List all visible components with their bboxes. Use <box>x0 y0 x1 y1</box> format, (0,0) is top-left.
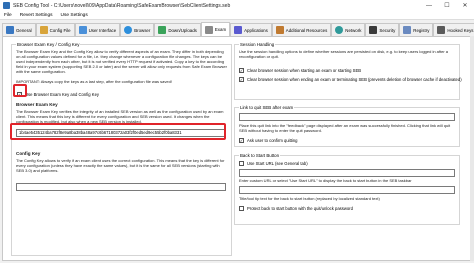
tab-strip: General Config File User Interface Brows… <box>2 22 474 36</box>
browser-icon <box>124 26 133 34</box>
quit-link-group-label: Link to quit SEB after exam <box>239 105 295 110</box>
tab-exam[interactable]: Exam <box>200 22 231 36</box>
clear-session-start-box[interactable]: ✓ <box>239 68 244 73</box>
browser-exam-key-group: Browser Exam Key / Config Key The Browse… <box>11 42 232 256</box>
quit-url-field[interactable] <box>239 113 455 121</box>
tab-down-uploads[interactable]: Down/Uploads <box>154 23 201 36</box>
session-handling-group: Session Handling Use the session handlin… <box>234 42 462 100</box>
back-to-start-group: Back to Start Button Use Start URL (see … <box>234 153 460 225</box>
user-interface-icon <box>78 26 87 34</box>
menu-revert-settings[interactable]: Revert Settings <box>16 13 57 18</box>
use-start-url-label: Use Start URL (see General tab) <box>247 161 308 166</box>
menu-bar: File Revert Settings Use Settings <box>0 11 474 20</box>
session-handling-text: Use the session handling options to defi… <box>239 49 449 59</box>
custom-url-text: Enter custom URL or select "Use Start UR… <box>239 178 412 183</box>
tab-network[interactable]: Network <box>331 23 366 36</box>
additional-resources-icon <box>275 26 284 34</box>
tab-general[interactable]: General <box>2 23 36 36</box>
use-start-url-box[interactable] <box>239 161 244 166</box>
menu-use-settings[interactable]: Use Settings <box>57 13 92 18</box>
vertical-scrollbar[interactable] <box>470 36 474 261</box>
menu-file[interactable]: File <box>0 13 16 18</box>
applications-icon <box>234 26 243 34</box>
back-to-start-url-field[interactable] <box>239 169 455 177</box>
config-key-title: Config Key <box>16 151 41 156</box>
tab-security[interactable]: Security <box>365 23 400 36</box>
window-title: SEB Config Tool - C:\Users\novell\09\App… <box>13 2 231 9</box>
browser-exam-key-group-label: Browser Exam Key / Config Key <box>16 42 81 47</box>
bek-title: Browser Exam Key <box>16 102 58 107</box>
tab-config-file[interactable]: Config File <box>35 23 75 36</box>
bek-important-text: IMPORTANT: Always copy the keys as a las… <box>16 79 172 84</box>
clear-session-end-checkbox[interactable]: ✓ Clear browser session when ending an e… <box>239 77 462 82</box>
config-key-field[interactable] <box>16 183 226 191</box>
tab-applications[interactable]: Applications <box>230 23 272 36</box>
down-uploads-icon <box>158 26 167 34</box>
quit-link-group: Link to quit SEB after exam Place this q… <box>234 105 460 147</box>
minimize-button[interactable]: — <box>420 0 438 11</box>
clear-session-start-label: Clear browser session when starting an e… <box>247 68 362 73</box>
exam-icon <box>204 25 213 34</box>
bek-description: The Browser Exam Key verifies the integr… <box>16 109 224 124</box>
app-icon <box>3 2 10 9</box>
confirm-quit-box[interactable]: ✓ <box>239 138 244 143</box>
back-to-start-title-field[interactable] <box>239 186 455 194</box>
hooked-keys-icon <box>437 26 446 34</box>
clear-session-start-checkbox[interactable]: ✓ Clear browser session when starting an… <box>239 68 361 73</box>
general-icon <box>6 26 14 34</box>
tab-browser[interactable]: Browser <box>120 23 155 36</box>
use-start-url-checkbox[interactable]: Use Start URL (see General tab) <box>239 161 308 166</box>
use-bek-checkbox[interactable]: ✓ Use Browser Exam Key and Config Key <box>17 92 99 97</box>
config-file-icon <box>39 26 48 34</box>
window-controls: — ☐ ✕ <box>420 0 474 11</box>
session-handling-group-label: Session Handling <box>239 42 276 47</box>
tab-hooked-keys[interactable]: Hooked Keys <box>433 23 474 36</box>
registry-icon <box>403 26 412 34</box>
maximize-button[interactable]: ☐ <box>438 0 456 11</box>
clear-session-end-label: Clear browser session when ending an exa… <box>247 77 462 82</box>
confirm-quit-label: Ask user to confirm quitting <box>247 138 298 143</box>
bek-intro-text: The Browser Exam Key and the Config Key … <box>16 49 227 74</box>
title-bar: SEB Config Tool - C:\Users\novell\09\App… <box>0 0 474 11</box>
close-button[interactable]: ✕ <box>456 0 474 11</box>
use-bek-checkbox-label: Use Browser Exam Key and Config Key <box>25 92 100 97</box>
config-key-description: The Config Key allows to verify if an ex… <box>16 158 225 173</box>
tab-additional-resources[interactable]: Additional Resources <box>271 23 332 36</box>
clear-session-end-box[interactable]: ✓ <box>239 77 244 82</box>
protect-back-to-start-label: Protect back to start button with the qu… <box>247 206 353 211</box>
bek-field-highlight <box>10 123 226 140</box>
network-icon <box>335 26 344 34</box>
exam-tab-page: Browser Exam Key / Config Key The Browse… <box>2 36 472 261</box>
checkbox-highlight <box>13 84 27 97</box>
back-to-start-group-label: Back to Start Button <box>239 153 281 158</box>
quit-link-text: Place this quit link into the "feedback"… <box>239 123 451 133</box>
tooltip-text: Title/tool tip text for the back to star… <box>239 196 380 201</box>
protect-back-to-start-box[interactable] <box>239 206 244 211</box>
protect-back-to-start-checkbox[interactable]: Protect back to start button with the qu… <box>239 206 353 211</box>
tab-registry[interactable]: Registry <box>399 23 434 36</box>
tab-user-interface[interactable]: User Interface <box>74 23 121 36</box>
confirm-quit-checkbox[interactable]: ✓ Ask user to confirm quitting <box>239 138 298 143</box>
security-icon <box>369 26 378 34</box>
